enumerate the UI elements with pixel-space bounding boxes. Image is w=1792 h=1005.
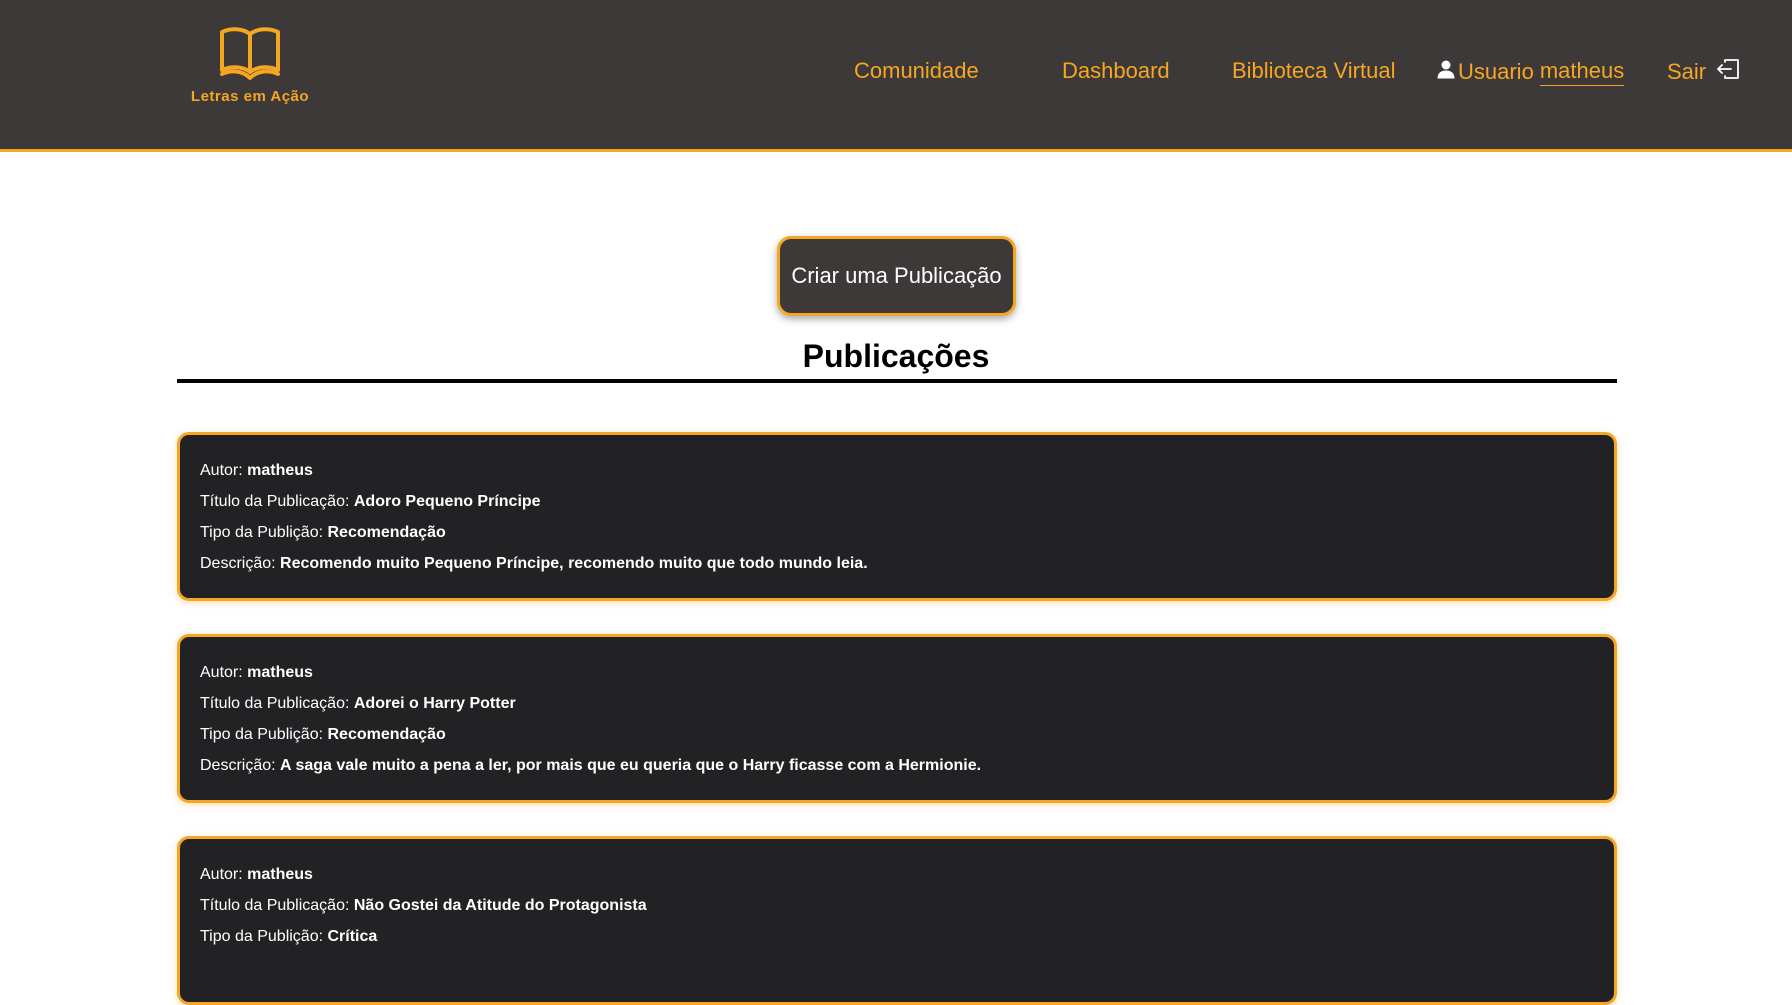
user-prefix: Usuario bbox=[1458, 59, 1534, 84]
post-title: Título da Publicação: Não Gostei da Atit… bbox=[200, 897, 647, 914]
post-type: Tipo da Publição: Crítica bbox=[200, 928, 378, 945]
logout-label: Sair bbox=[1667, 59, 1707, 84]
title-divider bbox=[177, 379, 1617, 383]
post-card: Autor: matheus Título da Publicação: Ado… bbox=[177, 432, 1617, 601]
logout-button[interactable]: Sair bbox=[1667, 58, 1740, 86]
post-description: Descrição: A saga vale muito a pena a le… bbox=[200, 757, 982, 774]
post-title: Título da Publicação: Adoro Pequeno Prín… bbox=[200, 493, 541, 510]
post-author: Autor: matheus bbox=[200, 462, 313, 479]
logout-icon bbox=[1716, 58, 1740, 86]
nav-biblioteca-virtual[interactable]: Biblioteca Virtual bbox=[1232, 58, 1395, 84]
post-type: Tipo da Publição: Recomendação bbox=[200, 524, 446, 541]
navbar: Letras em Ação Comunidade Dashboard Bibl… bbox=[0, 0, 1792, 152]
post-author: Autor: matheus bbox=[200, 866, 313, 883]
nav-dashboard[interactable]: Dashboard bbox=[1062, 58, 1170, 84]
user-icon bbox=[1436, 59, 1456, 85]
post-description: Descrição: Recomendo muito Pequeno Prínc… bbox=[200, 555, 868, 572]
open-book-icon bbox=[172, 24, 328, 82]
post-title: Título da Publicação: Adorei o Harry Pot… bbox=[200, 695, 516, 712]
brand-name: Letras em Ação bbox=[190, 88, 310, 105]
nav-user[interactable]: Usuario matheus bbox=[1436, 58, 1625, 86]
page-title: Publicações bbox=[802, 338, 990, 374]
post-author: Autor: matheus bbox=[200, 664, 313, 681]
post-card: Autor: matheus Título da Publicação: Ado… bbox=[177, 634, 1617, 803]
nav-comunidade[interactable]: Comunidade bbox=[854, 58, 979, 84]
username-link[interactable]: matheus bbox=[1539, 58, 1625, 86]
brand-logo[interactable]: Letras em Ação bbox=[172, 24, 328, 116]
post-type: Tipo da Publição: Recomendação bbox=[200, 726, 446, 743]
create-publication-button[interactable]: Criar uma Publicação bbox=[777, 236, 1016, 316]
post-card: Autor: matheus Título da Publicação: Não… bbox=[177, 836, 1617, 1005]
